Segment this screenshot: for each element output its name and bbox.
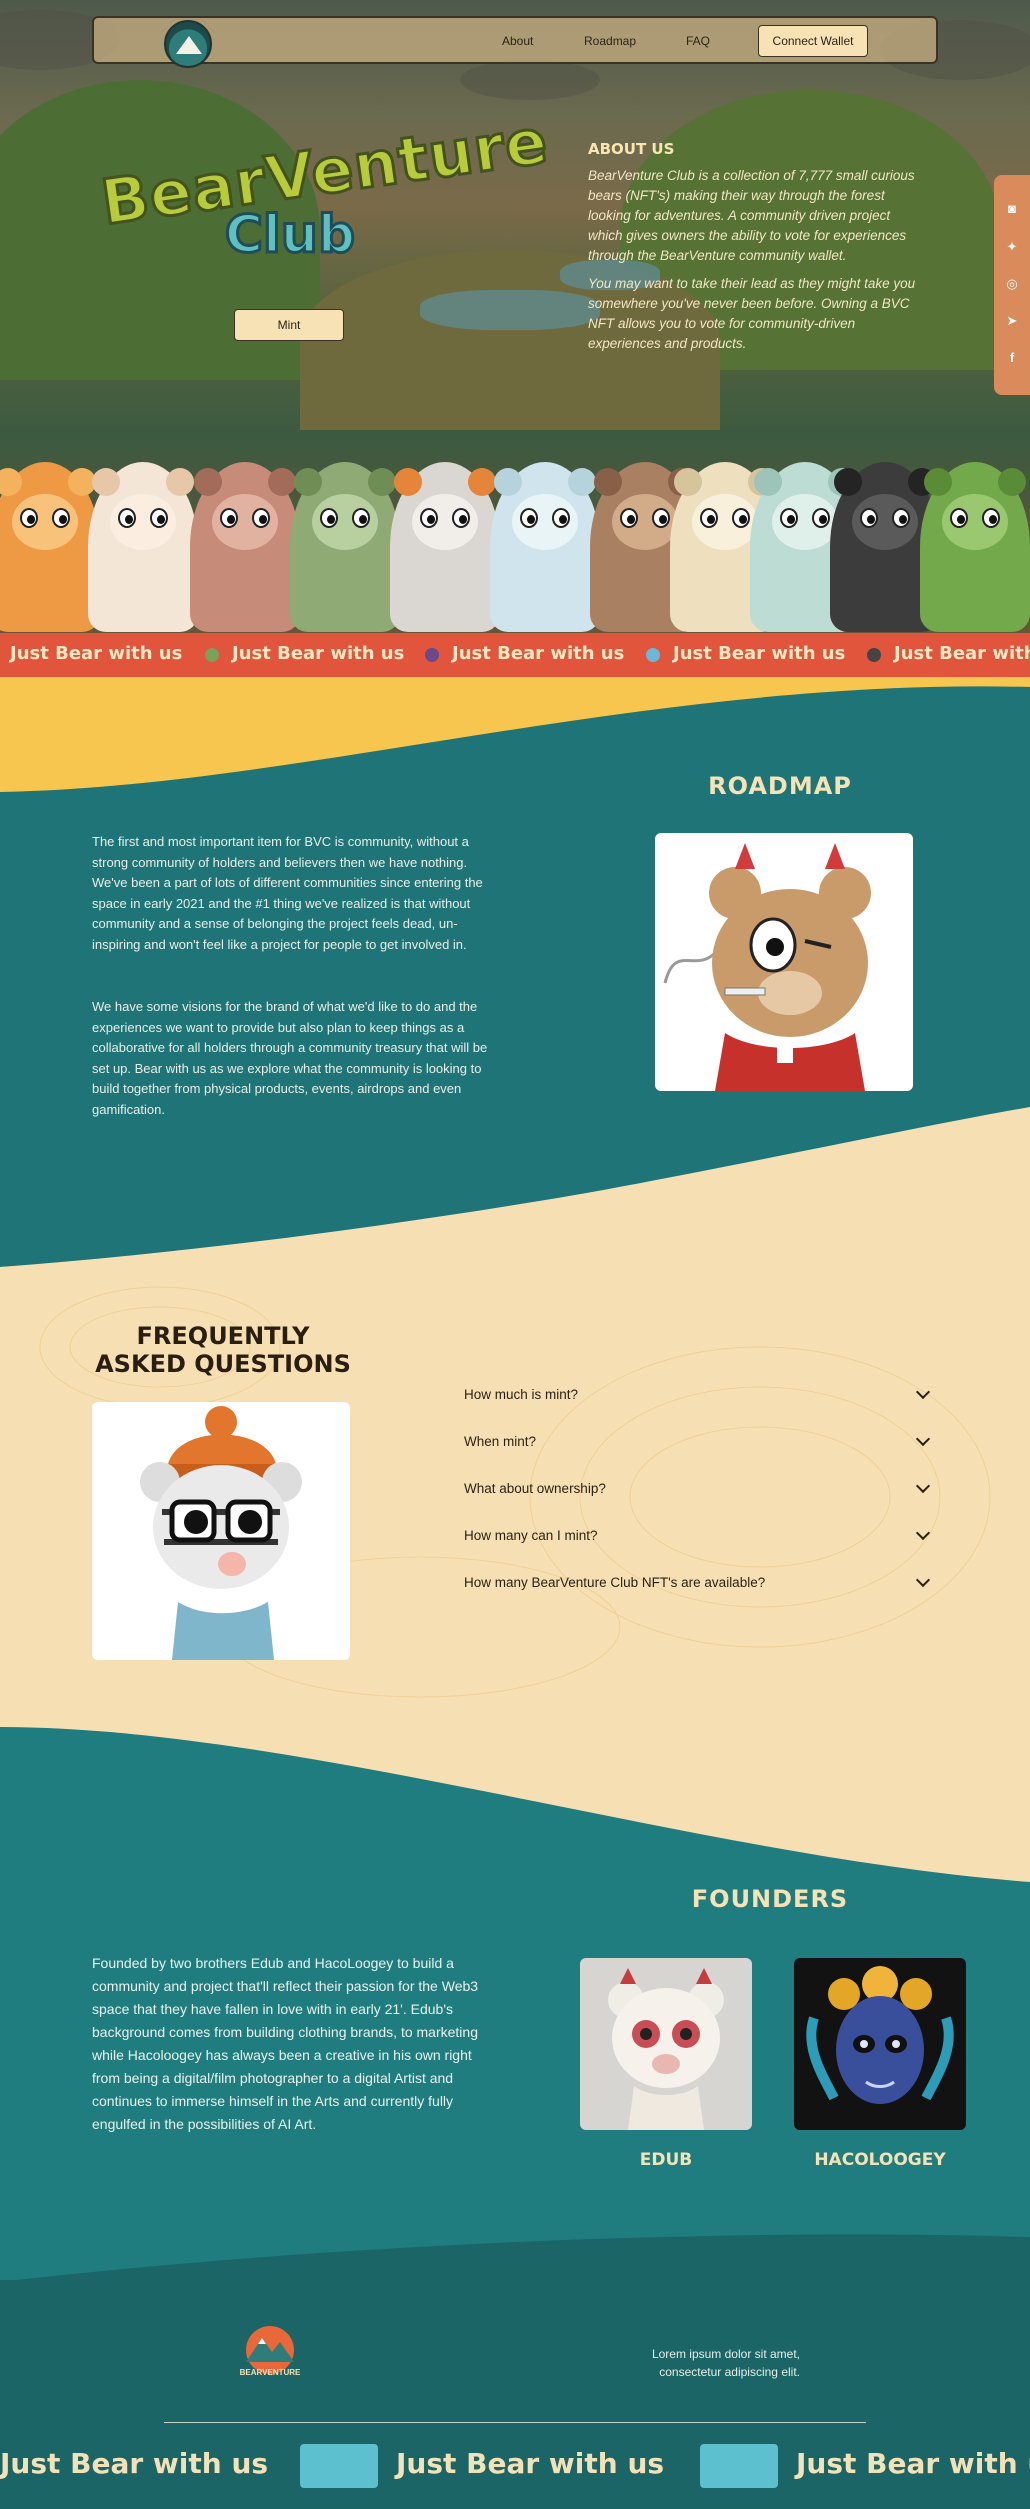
founders-heading: FOUNDERS — [691, 1885, 849, 1913]
zebra-bear-illustration — [140, 1406, 302, 1660]
faq-question: How many BearVenture Club NFT's are avai… — [464, 1575, 766, 1590]
faq-heading-line1: FREQUENTLY — [136, 1322, 310, 1350]
faq-question: When mint? — [464, 1434, 537, 1449]
marquee-text: Just Bear with us — [673, 643, 846, 664]
chevron-down-icon[interactable] — [915, 1478, 931, 1494]
bear-badge-icon — [425, 648, 439, 662]
faq-item[interactable]: How many can I mint? — [464, 1524, 931, 1548]
hacoloogey-avatar — [806, 1966, 954, 2104]
faq-question: How much is mint? — [464, 1387, 579, 1402]
mountain-icon — [176, 36, 202, 54]
chevron-down-icon[interactable] — [915, 1572, 931, 1588]
founders-description: Founded by two brothers Edub and HacoLoo… — [92, 1955, 479, 2132]
chevron-down-icon[interactable] — [915, 1525, 931, 1541]
instagram-icon[interactable]: ◎ — [1004, 276, 1020, 292]
bear-character — [88, 462, 198, 632]
faq-item[interactable]: When mint? — [464, 1430, 931, 1454]
telegram-icon[interactable]: ➤ — [1004, 313, 1020, 329]
edub-avatar — [608, 1968, 724, 2130]
footer-logo[interactable]: BEARVENTURE — [232, 2324, 308, 2384]
nav-link-about[interactable]: About — [502, 34, 533, 48]
bear-character — [290, 462, 400, 632]
devil-bear-illustration — [663, 843, 871, 1091]
roadmap-body: The first and most important item for BV… — [92, 832, 504, 1162]
faq-heading: FREQUENTLY ASKED QUESTIONS — [92, 1322, 354, 1378]
marquee-text: Just Bear with us — [232, 643, 405, 664]
bear-badge-icon — [205, 648, 219, 662]
cloud-decoration — [460, 60, 600, 100]
roadmap-bear-image — [655, 833, 913, 1091]
marquee-text: Just Bear with us — [0, 2447, 269, 2480]
bear-character — [920, 462, 1030, 632]
marquee-text: Just Bear with us — [452, 643, 625, 664]
bears-lineup-illustration — [0, 432, 1030, 632]
faq-heading-line2: ASKED QUESTIONS — [95, 1350, 351, 1378]
nav-link-roadmap[interactable]: Roadmap — [584, 34, 636, 48]
page: About Roadmap FAQ Connect Wallet BearVen… — [0, 0, 1030, 2509]
hero-logo-title: BearVenture Club — [95, 103, 554, 267]
founder-name-edub: EDUB — [639, 2150, 693, 2170]
footer-text-line: Lorem ipsum dolor sit amet, — [651, 2347, 800, 2361]
bear-badge-icon — [700, 2444, 778, 2488]
founder-name-hacoloogey: HACOLOOGEY — [814, 2150, 946, 2170]
social-links-bar: ◙ ✦ ◎ ➤ f — [994, 175, 1030, 395]
about-paragraph: You may want to take their lead as they … — [588, 276, 916, 351]
top-navbar: About Roadmap FAQ Connect Wallet — [92, 16, 938, 68]
brand-logo[interactable] — [164, 20, 212, 68]
bear-character — [490, 462, 600, 632]
marquee-text: Just Bear with us — [396, 2447, 665, 2480]
about-paragraph: BearVenture Club is a collection of 7,77… — [588, 168, 915, 263]
river-decoration — [420, 290, 600, 330]
faq-item[interactable]: How much is mint? — [464, 1383, 931, 1407]
footer-text-line: consectetur adipiscing elit. — [659, 2365, 800, 2379]
founder-card-edub — [580, 1958, 752, 2130]
about-heading: ABOUT US — [588, 140, 675, 158]
roadmap-paragraph: The first and most important item for BV… — [92, 834, 483, 952]
nav-link-faq[interactable]: FAQ — [686, 34, 710, 48]
connect-wallet-button[interactable]: Connect Wallet — [758, 25, 868, 57]
bear-badge-icon — [646, 648, 660, 662]
founder-card-hacoloogey — [794, 1958, 966, 2130]
marquee-text: Just Bear with us — [894, 643, 1030, 664]
faq-bear-image — [92, 1402, 350, 1660]
marquee-banner: Just Bear with us Just Bear with us Just… — [0, 633, 1030, 677]
chevron-down-icon[interactable] — [915, 1384, 931, 1400]
bear-character — [0, 462, 100, 632]
hero-section: About Roadmap FAQ Connect Wallet BearVen… — [0, 0, 1030, 640]
bear-badge-icon — [300, 2444, 378, 2488]
footer-description: Lorem ipsum dolor sit amet, consectetur … — [600, 2345, 800, 2381]
faq-item[interactable]: How many BearVenture Club NFT's are avai… — [464, 1571, 931, 1595]
mint-button[interactable]: Mint — [234, 309, 344, 341]
marquee-text: Just Bear with us — [10, 643, 183, 664]
bear-character — [390, 462, 500, 632]
footer-marquee: Just Bear with us Just Bear with us Just… — [0, 2442, 1030, 2492]
footer-divider — [164, 2422, 866, 2423]
bear-badge-icon — [867, 648, 881, 662]
discord-icon[interactable]: ◙ — [1004, 201, 1020, 217]
faq-question: How many can I mint? — [464, 1528, 598, 1543]
marquee-text: Just Bear with us — [796, 2447, 1030, 2480]
roadmap-heading: ROADMAP — [708, 772, 852, 800]
twitter-icon[interactable]: ✦ — [1004, 239, 1020, 255]
bear-character — [190, 462, 300, 632]
footer-logo-text: BEARVENTURE — [239, 2368, 301, 2377]
faq-question: What about ownership? — [464, 1481, 606, 1496]
about-us-block: ABOUT US BearVenture Club is a collectio… — [588, 140, 928, 362]
chevron-down-icon[interactable] — [915, 1431, 931, 1447]
facebook-icon[interactable]: f — [1004, 350, 1020, 366]
faq-item[interactable]: What about ownership? — [464, 1477, 931, 1501]
roadmap-paragraph: We have some visions for the brand of wh… — [92, 999, 488, 1117]
